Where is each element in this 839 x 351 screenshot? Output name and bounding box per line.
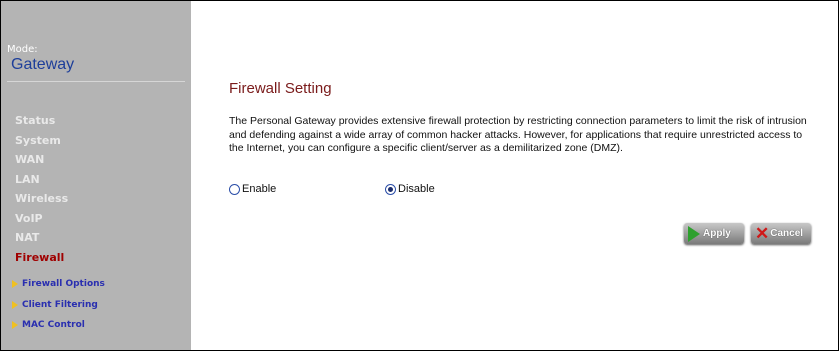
apply-button[interactable]: Apply [684, 223, 744, 244]
close-x-icon: ✕ [755, 224, 770, 243]
submenu-label: Firewall Options [22, 279, 105, 289]
submenu-client-filtering[interactable]: Client Filtering [12, 295, 105, 316]
submenu-label: Client Filtering [22, 299, 98, 310]
sidebar-item-lan[interactable]: LAN [15, 170, 68, 190]
mode-label: Mode: [7, 44, 38, 55]
radio-unchecked-icon [229, 183, 240, 195]
sidebar: Mode: Gateway Status System WAN LAN Wire… [1, 1, 191, 350]
submenu-label: MAC Control [22, 320, 85, 330]
mode-divider [7, 81, 185, 82]
sidebar-item-firewall[interactable]: Firewall [15, 248, 68, 268]
disable-radio[interactable]: Disable [385, 183, 435, 195]
arrow-right-icon [12, 280, 18, 289]
sidebar-item-wan[interactable]: WAN [15, 150, 68, 170]
submenu-firewall-options[interactable]: Firewall Options [12, 274, 105, 295]
sidebar-item-nat[interactable]: NAT [15, 228, 68, 248]
submenu-mac-control[interactable]: MAC Control [12, 315, 105, 336]
arrow-right-icon [12, 321, 18, 330]
firewall-description: The Personal Gateway provides extensive … [229, 115, 807, 154]
firewall-submenu: Firewall Options Client Filtering MAC Co… [12, 274, 105, 336]
play-arrow-icon [688, 225, 700, 242]
radio-checked-icon [385, 183, 396, 195]
cancel-button[interactable]: ✕ Cancel [751, 223, 811, 244]
enable-radio[interactable]: Enable [229, 183, 276, 195]
page-frame: Mode: Gateway Status System WAN LAN Wire… [0, 0, 839, 351]
sidebar-item-status[interactable]: Status [15, 111, 68, 131]
page-title: Firewall Setting [229, 80, 332, 97]
sidebar-nav: Status System WAN LAN Wireless VoIP NAT … [15, 111, 68, 267]
cancel-label: Cancel [770, 228, 804, 239]
sidebar-item-voip[interactable]: VoIP [15, 209, 68, 229]
sidebar-item-system[interactable]: System [15, 131, 68, 151]
enable-label: Enable [242, 183, 277, 195]
arrow-right-icon [12, 300, 18, 309]
apply-label: Apply [703, 228, 731, 239]
mode-value: Gateway [11, 56, 75, 73]
disable-label: Disable [398, 183, 435, 195]
sidebar-item-wireless[interactable]: Wireless [15, 189, 68, 209]
